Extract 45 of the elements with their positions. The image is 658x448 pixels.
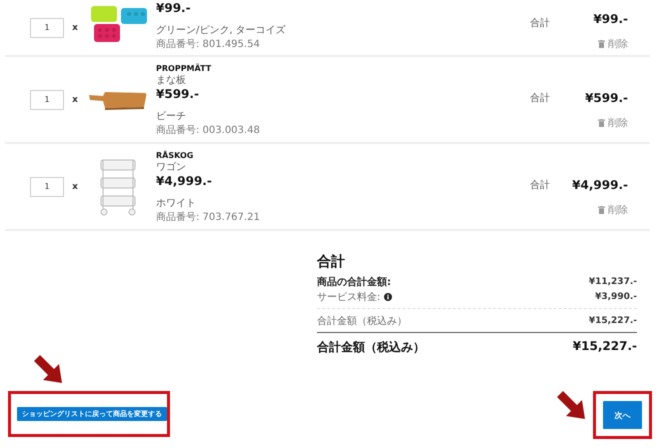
arrow-icon [32,353,64,385]
info-icon[interactable] [384,292,392,300]
summary-value: ¥11,237.- [588,276,637,286]
article-number: 商品番号: 703.767.21 [156,210,261,224]
product-name: PROPPMÄTT [156,64,212,73]
quantity-field[interactable]: 1 [30,18,64,38]
total-label: 合計 [530,178,551,192]
product-price: ¥4,999.- [156,174,213,188]
product-type: まな板 [156,74,187,87]
multiply-sign: x [71,94,79,104]
total-label: 合計 [530,16,551,30]
summary-value: ¥15,227.- [588,316,637,326]
multiply-sign: x [71,182,79,192]
product-color: ビーチ [156,110,187,123]
product-color: グリーン/ピンク, ターコイズ [156,24,287,37]
summary-label: 合計金額（税込み） [317,314,407,328]
trash-icon [598,206,605,214]
multiply-sign: x [71,22,79,32]
arrow-icon [555,389,587,421]
grand-total-label: 合計金額（税込み） [317,339,425,356]
total-label: 合計 [530,92,551,104]
quantity-field[interactable]: 1 [30,176,64,196]
product-name: RÅSKOG [156,151,194,160]
summary-title: 合計 [317,253,346,271]
summary-value: ¥3,990.- [595,292,637,302]
cart-drawing [98,158,138,216]
line-total: ¥99.- [593,12,628,26]
quantity-field[interactable]: 1 [30,90,64,110]
summary-label: 商品の合計金額: [317,275,391,288]
product-type: ワゴン [156,161,187,174]
grand-total-value: ¥15,227.- [572,339,637,355]
line-total: ¥599.- [585,91,628,105]
delete-link[interactable]: 削除 [598,37,628,51]
trash-icon [598,40,605,48]
next-button[interactable]: 次へ [603,401,642,429]
product-price: ¥99.- [156,1,192,15]
delete-link[interactable]: 削除 [598,116,628,130]
product-color: ホワイト [156,197,197,210]
article-number: 商品番号: 801.495.54 [156,38,261,51]
article-number: 商品番号: 003.003.48 [156,124,261,137]
delete-link[interactable]: 削除 [598,203,628,217]
line-total: ¥4,999.- [572,178,628,192]
trash-icon [598,119,605,127]
product-price: ¥599.- [156,87,200,101]
summary-label: サービス料金: [317,290,380,304]
